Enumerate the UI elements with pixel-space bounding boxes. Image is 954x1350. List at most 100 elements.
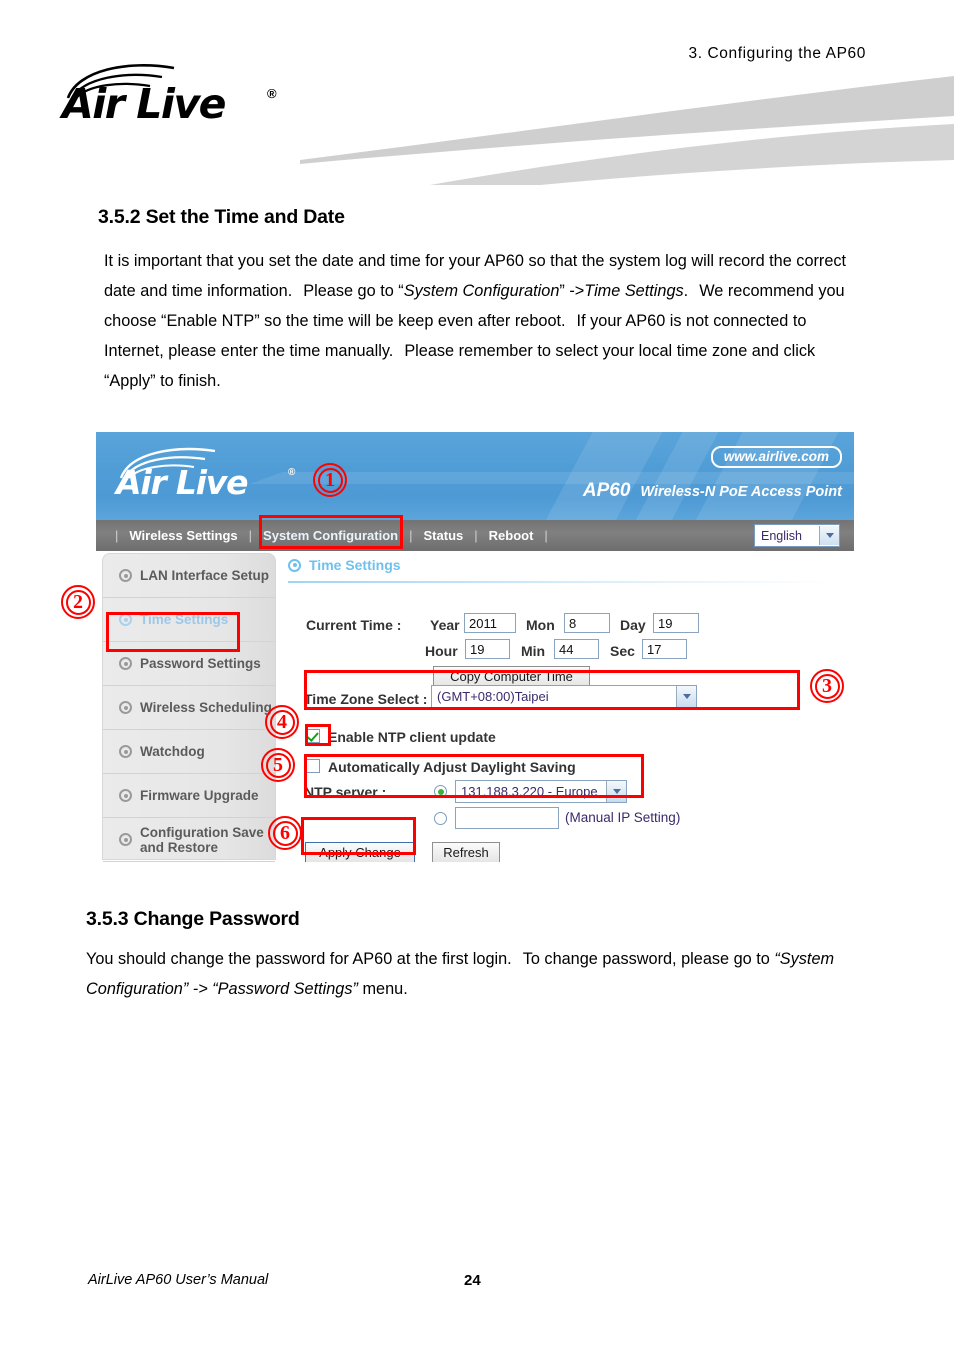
- para-352-em2: Time Settings: [584, 282, 684, 300]
- year-input[interactable]: 2011: [464, 613, 516, 633]
- router-sidebar: LAN Interface Setup Time Settings Passwo…: [102, 553, 276, 862]
- annotation-marker-4: 4: [265, 705, 299, 739]
- nav-separator: |: [474, 528, 478, 543]
- nav-item-wireless-settings[interactable]: Wireless Settings: [127, 528, 239, 543]
- sidebar-item-wireless-scheduling[interactable]: Wireless Scheduling: [103, 686, 275, 730]
- chevron-down-icon[interactable]: [606, 781, 626, 802]
- enable-ntp-label: Enable NTP client update: [328, 729, 496, 745]
- nav-item-reboot[interactable]: Reboot: [487, 528, 536, 543]
- time-zone-select-value: (GMT+08:00)Taipei: [437, 689, 549, 704]
- router-model-label: AP60 Wireless-N PoE Access Point: [583, 480, 842, 502]
- section-352-paragraph: It is important that you set the date an…: [104, 246, 864, 396]
- annotation-marker-6-label: 6: [280, 821, 290, 844]
- footer-page-number: 24: [464, 1272, 481, 1289]
- router-admin-screenshot: Air Live ® www.airlive.com AP60 Wireless-…: [96, 432, 854, 862]
- sidebar-item-configuration-save-and-restore[interactable]: Configuration Save and Restore: [103, 818, 275, 862]
- nav-item-status[interactable]: Status: [422, 528, 466, 543]
- chapter-header-text: 3. Configuring the AP60: [688, 45, 866, 62]
- para-353-part1: You should change the password for AP60 …: [86, 950, 512, 968]
- annotation-marker-2: 2: [61, 585, 95, 619]
- language-select-value: English: [761, 528, 802, 543]
- annotation-marker-1: 1: [313, 463, 347, 497]
- router-model-description: Wireless-N PoE Access Point: [640, 484, 842, 500]
- annotation-marker-5-label: 5: [273, 753, 283, 776]
- section-353-paragraph: You should change the password for AP60 …: [86, 944, 876, 1004]
- minute-input[interactable]: 44: [554, 639, 599, 659]
- daylight-saving-label: Automatically Adjust Daylight Saving: [328, 759, 576, 775]
- sidebar-item-label: LAN Interface Setup: [140, 568, 270, 583]
- sidebar-item-password-settings[interactable]: Password Settings: [103, 642, 275, 686]
- airlive-logo: Air Live ®: [62, 62, 292, 132]
- time-settings-panel: Time Settings Current Time : Year 2011 M…: [282, 551, 848, 862]
- refresh-button[interactable]: Refresh: [432, 842, 500, 862]
- router-nav-items: | Wireless Settings | System Configurati…: [106, 520, 557, 551]
- section-353-title: 3.5.3 Change Password: [86, 908, 300, 930]
- annotation-marker-5: 5: [261, 748, 295, 782]
- router-model-name: AP60: [582, 480, 631, 501]
- ntp-server-select-value: 131.188.3.220 - Europe: [461, 784, 598, 799]
- sidebar-item-label: Password Settings: [140, 656, 261, 671]
- airlive-url-badge[interactable]: www.airlive.com: [710, 446, 842, 468]
- page-header: 3. Configuring the AP60 Air Live ®: [0, 0, 954, 185]
- airlive-logo-text: Air Live: [62, 80, 227, 128]
- ntp-server-manual-radio[interactable]: [434, 812, 447, 825]
- target-bullet-icon: [119, 657, 132, 670]
- registered-mark-icon: ®: [267, 86, 277, 101]
- para-353-part2: To change password, please go to: [522, 950, 770, 968]
- section-352-title: 3.5.2 Set the Time and Date: [98, 206, 345, 228]
- hour-input[interactable]: 19: [465, 639, 510, 659]
- nav-separator: |: [248, 528, 253, 543]
- footer-manual-title: AirLive AP60 User’s Manual: [88, 1272, 269, 1288]
- apply-change-button[interactable]: Apply Change: [305, 842, 415, 862]
- annotation-marker-2-label: 2: [73, 590, 83, 613]
- panel-divider: [288, 581, 834, 583]
- router-banner: Air Live ® www.airlive.com AP60 Wireless-…: [96, 432, 854, 520]
- annotation-marker-6: 6: [268, 816, 302, 850]
- nav-separator: |: [115, 528, 119, 543]
- router-body: LAN Interface Setup Time Settings Passwo…: [96, 551, 854, 862]
- router-banner-logo: Air Live ®: [116, 446, 326, 508]
- target-bullet-icon: [119, 789, 132, 802]
- language-select[interactable]: English: [754, 524, 840, 547]
- sidebar-item-label: Watchdog: [140, 744, 205, 759]
- target-bullet-icon: [119, 569, 132, 582]
- para-353-part3: menu.: [362, 980, 408, 998]
- month-label: Mon: [526, 617, 555, 633]
- sidebar-item-time-settings[interactable]: Time Settings: [103, 598, 275, 642]
- router-banner-logo-text: Air Live: [116, 463, 248, 502]
- day-label: Day: [620, 617, 646, 633]
- target-bullet-icon: [119, 613, 132, 626]
- sidebar-item-label: Wireless Scheduling: [140, 700, 272, 715]
- sidebar-item-lan-interface-setup[interactable]: LAN Interface Setup: [103, 554, 275, 598]
- registered-mark-icon: ®: [288, 467, 296, 478]
- year-label: Year: [430, 617, 460, 633]
- sidebar-item-label: Time Settings: [140, 612, 229, 627]
- second-input[interactable]: 17: [642, 639, 687, 659]
- target-bullet-icon: [119, 833, 132, 846]
- chevron-down-icon[interactable]: [676, 686, 696, 707]
- time-zone-label: Time Zone Select :: [304, 691, 428, 707]
- enable-ntp-checkbox[interactable]: [306, 729, 320, 743]
- nav-separator: |: [544, 528, 548, 543]
- panel-title-label: Time Settings: [309, 557, 401, 573]
- current-time-label: Current Time :: [306, 617, 402, 633]
- ntp-server-preset-radio[interactable]: [434, 785, 447, 798]
- daylight-saving-checkbox[interactable]: [306, 759, 320, 773]
- sidebar-item-watchdog[interactable]: Watchdog: [103, 730, 275, 774]
- annotation-marker-3: 3: [810, 669, 844, 703]
- para-352-part2: Please go to “: [303, 282, 404, 300]
- para-352-part4: .: [683, 282, 689, 300]
- manual-ip-note: (Manual IP Setting): [565, 810, 681, 825]
- annotation-marker-1-label: 1: [325, 468, 335, 491]
- hour-label: Hour: [425, 643, 458, 659]
- panel-title: Time Settings: [288, 557, 401, 573]
- manual-ip-input[interactable]: [455, 807, 559, 829]
- time-zone-select[interactable]: (GMT+08:00)Taipei: [431, 685, 697, 708]
- annotation-marker-4-label: 4: [277, 710, 287, 733]
- day-input[interactable]: 19: [653, 613, 699, 633]
- chevron-down-icon[interactable]: [819, 526, 839, 545]
- sidebar-item-firmware-upgrade[interactable]: Firmware Upgrade: [103, 774, 275, 818]
- month-input[interactable]: 8: [564, 613, 610, 633]
- nav-item-system-configuration[interactable]: System Configuration: [261, 528, 400, 543]
- ntp-server-select[interactable]: 131.188.3.220 - Europe: [455, 780, 627, 803]
